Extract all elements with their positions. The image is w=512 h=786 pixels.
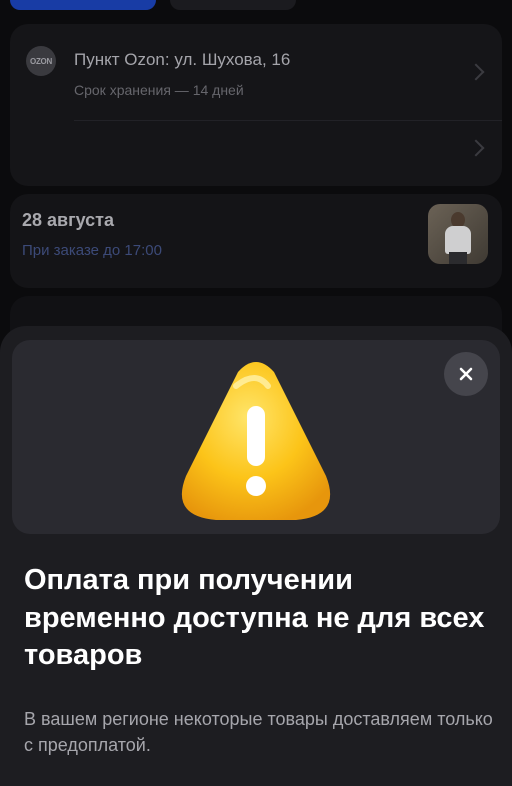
chevron-right-icon[interactable]	[467, 139, 485, 157]
divider	[74, 120, 502, 121]
pickup-address: Пункт Ozon: ул. Шухова, 16	[74, 50, 291, 69]
close-button[interactable]	[444, 352, 488, 396]
product-thumbnail[interactable]	[428, 204, 488, 264]
close-icon	[459, 367, 473, 381]
tab-inactive[interactable]	[170, 0, 296, 10]
delivery-card: OZON Пункт Ozon: ул. Шухова, 16 Срок хра…	[10, 24, 502, 186]
illustration-panel	[12, 340, 500, 534]
sheet-description: В вашем регионе некоторые товары доставл…	[24, 709, 493, 756]
delivery-date: 28 августа	[22, 210, 114, 230]
order-deadline: При заказе до 17:00	[22, 242, 162, 259]
payment-warning-sheet: Оплата при получении временно доступна н…	[0, 326, 512, 786]
delivery-date-card: 28 августа При заказе до 17:00	[10, 194, 502, 288]
chevron-right-icon	[467, 63, 485, 81]
storage-period: Срок хранения — 14 дней	[74, 82, 244, 98]
ozon-logo: OZON	[26, 46, 56, 76]
tab-active[interactable]	[10, 0, 156, 10]
pickup-point-row[interactable]: OZON Пункт Ozon: ул. Шухова, 16 Срок хра…	[10, 24, 502, 120]
warning-icon	[181, 362, 331, 520]
sheet-title: Оплата при получении временно доступна н…	[24, 564, 485, 672]
